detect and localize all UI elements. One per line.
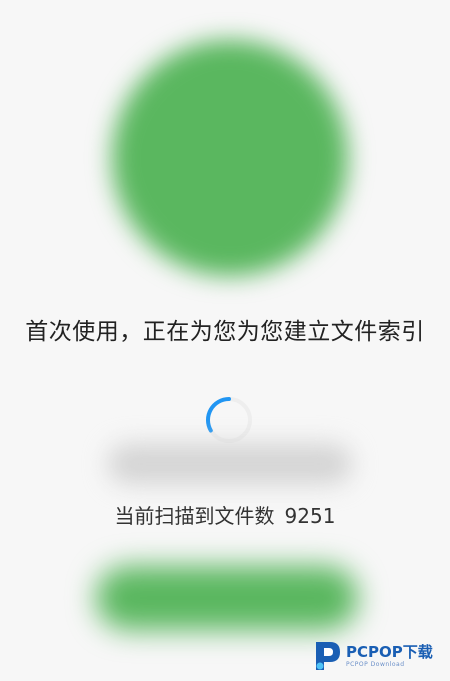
watermark-brand: PCPOP下载 (346, 643, 433, 661)
loading-spinner-icon (205, 397, 252, 443)
blurred-hero-graphic (112, 40, 348, 276)
scan-status-label: 当前扫描到文件数 (114, 504, 275, 528)
scan-file-count: 9251 (284, 504, 336, 528)
blurred-progress-area (108, 444, 352, 484)
blurred-action-button[interactable] (96, 566, 358, 630)
watermark-subtitle: PCPOP Download (346, 661, 405, 668)
scan-status: 当前扫描到文件数 9251 (0, 500, 450, 529)
pcpop-logo-icon (316, 642, 340, 670)
watermark: PCPOP下载 PCPOP Download (312, 637, 433, 675)
indexing-headline: 首次使用，正在为您为您建立文件索引 (25, 319, 425, 345)
